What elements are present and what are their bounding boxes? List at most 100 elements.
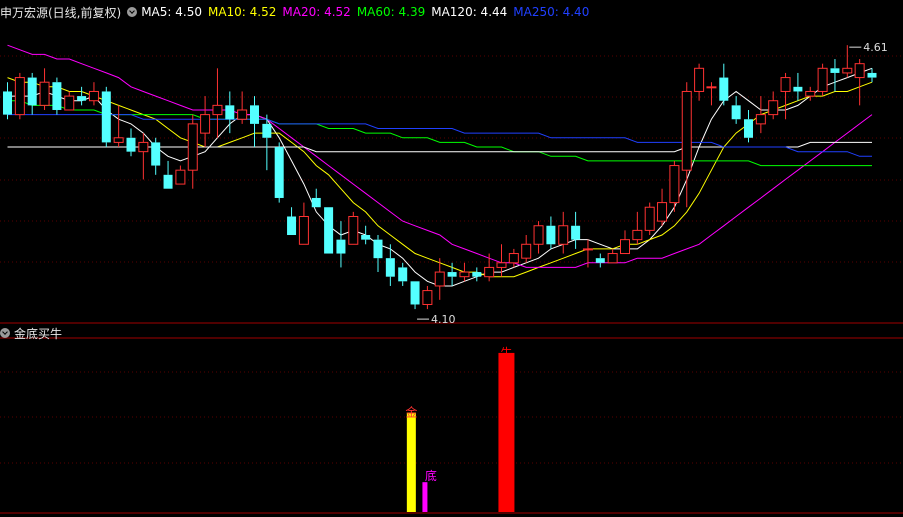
ma-label: MA60: 4.39 bbox=[356, 5, 426, 19]
candle-body bbox=[163, 174, 173, 189]
ma-line-ma20 bbox=[7, 44, 873, 268]
candle-body bbox=[681, 90, 692, 171]
low-price-label: 4.10 bbox=[431, 313, 456, 326]
candle-body bbox=[113, 137, 124, 143]
candle bbox=[138, 133, 149, 180]
chevron-down-icon[interactable] bbox=[0, 328, 10, 338]
candle-body bbox=[311, 197, 321, 208]
high-price-label: 4.61 bbox=[863, 41, 888, 54]
candle-body bbox=[274, 147, 284, 198]
candle bbox=[607, 248, 618, 264]
candle-body bbox=[558, 225, 569, 245]
candle bbox=[694, 63, 705, 101]
candle bbox=[508, 248, 519, 268]
candle bbox=[669, 160, 680, 212]
candle bbox=[422, 285, 433, 310]
candle bbox=[867, 68, 877, 83]
candle bbox=[101, 86, 111, 148]
candle bbox=[398, 262, 408, 286]
candle-body bbox=[496, 262, 507, 268]
candle-body bbox=[361, 235, 371, 240]
signal-bar bbox=[498, 352, 515, 512]
candle-body bbox=[620, 239, 630, 255]
candle-body bbox=[582, 248, 593, 251]
candle-body bbox=[187, 123, 198, 171]
candle bbox=[793, 72, 803, 101]
candle-body bbox=[669, 165, 680, 204]
candle-body bbox=[398, 267, 408, 282]
candle bbox=[262, 114, 272, 171]
candle-body bbox=[212, 104, 223, 116]
candle-body bbox=[151, 142, 161, 166]
candle bbox=[558, 211, 569, 254]
candle-body bbox=[225, 105, 235, 120]
candle-body bbox=[262, 123, 272, 138]
candle-body bbox=[138, 141, 149, 153]
signal-bar bbox=[422, 482, 428, 512]
candle-body bbox=[644, 206, 655, 231]
candle-body bbox=[52, 82, 62, 110]
candle bbox=[77, 86, 87, 106]
candle-body bbox=[64, 95, 75, 111]
candle-body bbox=[793, 86, 803, 92]
candle bbox=[200, 96, 211, 148]
candle bbox=[854, 59, 865, 106]
candle bbox=[336, 221, 346, 268]
signal-label: 金 bbox=[405, 405, 417, 420]
main-chart-title: 申万宏源(日线,前复权) bbox=[0, 5, 122, 20]
candle-body bbox=[434, 271, 445, 287]
candle-body bbox=[459, 271, 470, 278]
candle-body bbox=[3, 91, 12, 115]
candle bbox=[459, 262, 470, 282]
candle-body bbox=[706, 86, 717, 89]
candle bbox=[719, 63, 729, 106]
candle bbox=[187, 114, 198, 189]
candle bbox=[237, 91, 248, 124]
candle bbox=[817, 63, 828, 97]
candle-body bbox=[101, 91, 111, 143]
ma-line-ma5 bbox=[7, 67, 873, 287]
signal-bar bbox=[406, 412, 416, 512]
chart-plot[interactable]: 4.61 4.10 金底 牛 bbox=[0, 0, 903, 517]
candle-body bbox=[805, 90, 816, 97]
candle-body bbox=[27, 77, 37, 106]
candle bbox=[14, 72, 25, 120]
sub-chart-title: 金底买牛 bbox=[14, 326, 63, 341]
main-chart-header: 申万宏源(日线,前复权) MA5: 4.50 MA10: 4.52 MA20: 4.… bbox=[0, 1, 601, 23]
candle bbox=[410, 281, 420, 310]
candle-body bbox=[287, 216, 297, 236]
candle bbox=[632, 211, 643, 245]
ma-label: MA120: 4.44 bbox=[431, 5, 508, 19]
ma-line-ma60 bbox=[7, 100, 872, 167]
candle-body bbox=[126, 137, 136, 152]
candle bbox=[274, 142, 284, 203]
chevron-down-icon[interactable] bbox=[127, 7, 138, 17]
candle bbox=[484, 253, 495, 282]
candle bbox=[287, 207, 297, 236]
candle bbox=[212, 68, 223, 138]
candle bbox=[52, 77, 62, 115]
candle-body bbox=[854, 63, 865, 79]
candle bbox=[64, 91, 75, 111]
candle bbox=[175, 165, 186, 185]
candle bbox=[533, 221, 544, 254]
candle-body bbox=[385, 258, 395, 277]
ma-line-ma250 bbox=[7, 114, 872, 157]
candle-body bbox=[348, 215, 359, 245]
signal-label: 牛 bbox=[500, 345, 512, 360]
sub-chart-header: 金底买牛 bbox=[0, 322, 68, 344]
signal-label: 底 bbox=[425, 468, 437, 483]
candle-body bbox=[780, 77, 791, 92]
candle bbox=[250, 96, 259, 148]
candle-body bbox=[595, 258, 605, 263]
candle bbox=[39, 68, 50, 110]
candle-body bbox=[719, 77, 729, 101]
candle bbox=[27, 72, 37, 115]
candle-body bbox=[755, 114, 766, 125]
candle-body bbox=[88, 90, 99, 102]
candle bbox=[298, 202, 309, 245]
candle bbox=[768, 91, 779, 120]
candle-body bbox=[842, 67, 853, 74]
candle bbox=[571, 211, 581, 249]
ma-label: MA250: 4.40 bbox=[513, 5, 590, 19]
